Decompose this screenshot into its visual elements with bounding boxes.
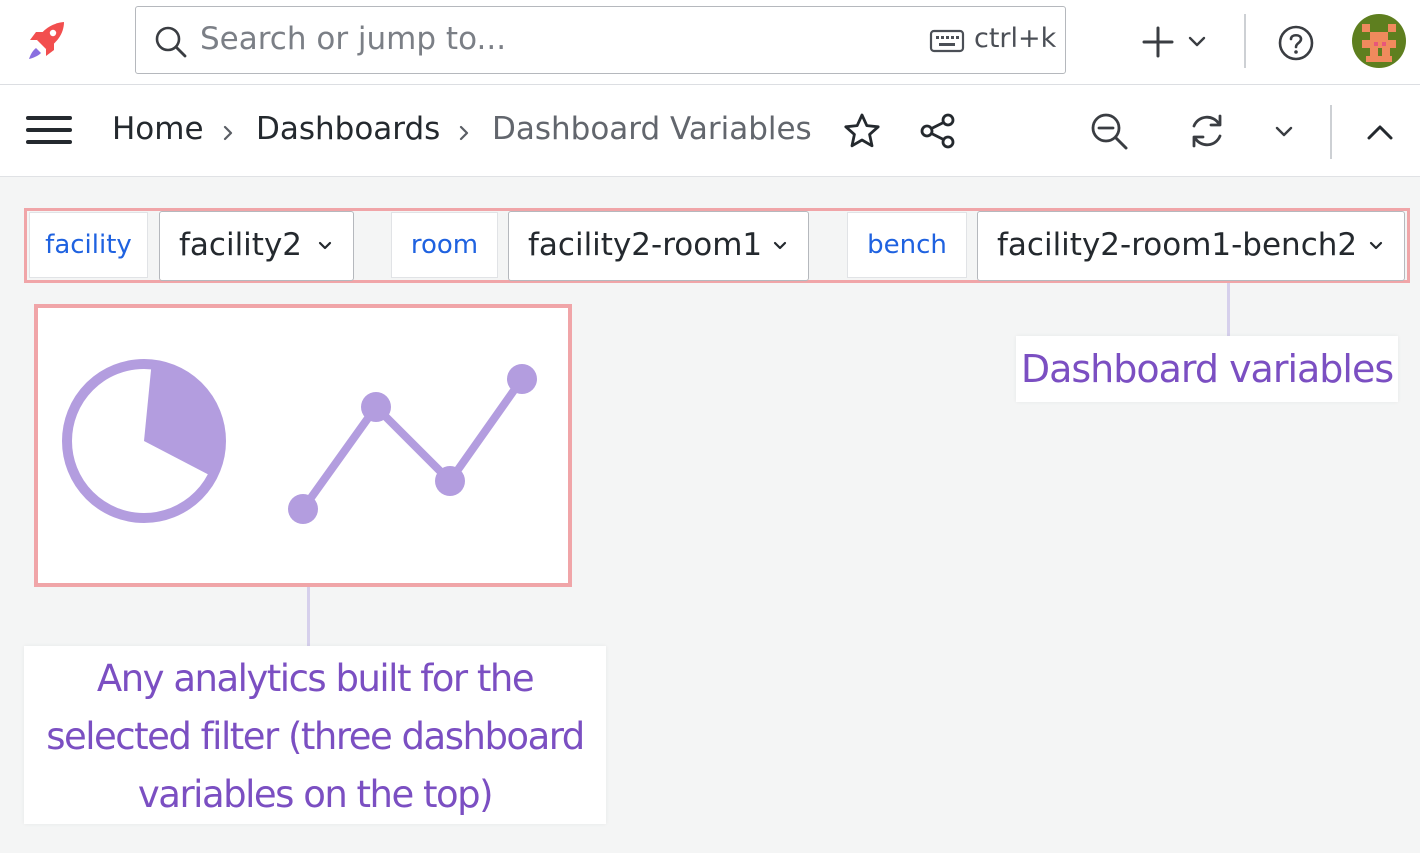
chevron-down-icon: [773, 241, 787, 250]
callout-dashboard-variables: Dashboard variables: [1016, 336, 1398, 402]
search-bar[interactable]: Search or jump to... ctrl+k: [135, 6, 1066, 74]
chevron-down-icon[interactable]: [1272, 123, 1296, 139]
star-icon[interactable]: [842, 111, 882, 151]
refresh-icon[interactable]: [1186, 110, 1228, 152]
variable-select-room[interactable]: facility2-room1: [508, 211, 809, 281]
variable-select-facility[interactable]: facility2: [159, 211, 354, 281]
hamburger-menu-icon[interactable]: [26, 114, 72, 146]
divider: [1330, 105, 1332, 159]
chevron-down-icon: [318, 241, 332, 250]
chevron-right-icon: [223, 125, 233, 141]
callout-line: variables on the top): [137, 773, 494, 816]
variable-value-bench: facility2-room1-bench2: [997, 227, 1358, 263]
dashboard-nav-bar: Home Dashboards Dashboard Variables: [0, 85, 1420, 177]
help-icon[interactable]: [1277, 24, 1315, 62]
variable-label-facility: facility: [29, 212, 148, 278]
share-icon[interactable]: [918, 111, 958, 151]
variable-label-bench: bench: [847, 212, 967, 278]
breadcrumb-current-page: Dashboard Variables: [492, 111, 812, 147]
top-bar: Search or jump to... ctrl+k: [0, 0, 1420, 85]
keyboard-icon: [929, 29, 965, 53]
search-placeholder: Search or jump to...: [200, 21, 507, 57]
zoom-out-icon[interactable]: [1088, 110, 1130, 152]
line-chart-icon: [288, 364, 537, 524]
callout-analytics: Any analytics built for the selected fil…: [24, 646, 606, 824]
variable-select-bench[interactable]: facility2-room1-bench2: [977, 211, 1405, 281]
variable-value-facility: facility2: [179, 227, 303, 263]
callout-connector: [1227, 283, 1230, 336]
search-shortcut: ctrl+k: [974, 23, 1057, 54]
rocket-icon[interactable]: [24, 18, 70, 64]
avatar[interactable]: [1352, 14, 1406, 68]
chevron-up-icon[interactable]: [1364, 123, 1396, 143]
callout-connector: [307, 587, 310, 646]
breadcrumb-home[interactable]: Home: [112, 111, 204, 147]
callout-line: Any analytics built for the: [96, 657, 535, 700]
pie-chart-icon: [62, 359, 226, 523]
variable-label-room: room: [391, 212, 498, 278]
chevron-right-icon: [459, 125, 469, 141]
new-menu-button[interactable]: [1138, 22, 1208, 62]
divider: [1244, 14, 1246, 68]
plus-icon: [1142, 26, 1174, 58]
chevron-down-icon: [1369, 241, 1383, 250]
variable-value-room: facility2-room1: [528, 227, 763, 263]
chevron-down-icon: [1188, 36, 1206, 47]
breadcrumb-dashboards[interactable]: Dashboards: [256, 111, 440, 147]
analytics-panel: [34, 304, 572, 587]
callout-line: selected filter (three dashboard: [46, 715, 585, 758]
search-icon: [155, 26, 187, 58]
